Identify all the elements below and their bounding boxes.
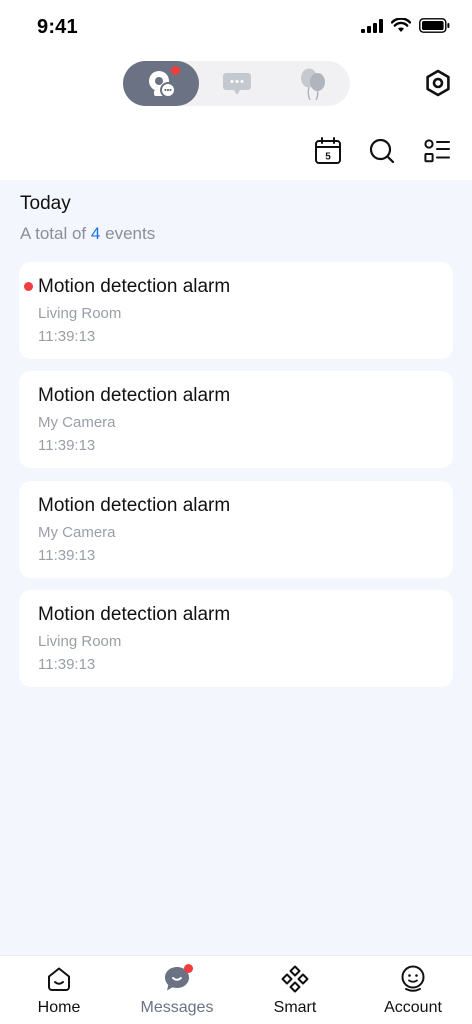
event-title: Motion detection alarm xyxy=(38,385,231,406)
calendar-button[interactable]: 5 xyxy=(312,135,344,167)
tab-smart[interactable]: Smart xyxy=(236,956,354,1024)
status-icons xyxy=(361,18,450,33)
event-location: Living Room xyxy=(38,633,122,650)
messages-badge-dot xyxy=(184,964,193,973)
summary-count: 4 xyxy=(90,224,101,243)
unread-dot xyxy=(24,282,33,291)
calendar-icon: 5 xyxy=(315,137,341,164)
category-segmented-control xyxy=(123,61,350,106)
search-icon xyxy=(369,138,395,164)
event-summary: A total of 4 events xyxy=(20,224,155,244)
event-title: Motion detection alarm xyxy=(38,604,231,625)
event-card[interactable]: Motion detection alarm Living Room 11:39… xyxy=(19,590,453,687)
wifi-icon xyxy=(391,18,411,32)
tab-account[interactable]: Account xyxy=(354,956,472,1024)
status-time: 9:41 xyxy=(37,16,78,38)
event-location: Living Room xyxy=(38,305,122,322)
event-title: Motion detection alarm xyxy=(38,495,231,516)
event-card[interactable]: Motion detection alarm My Camera 11:39:1… xyxy=(19,371,453,468)
event-time: 11:39:13 xyxy=(38,547,96,564)
bottom-tab-bar: Home Messages Smart Account xyxy=(0,955,472,1024)
tab-home[interactable]: Home xyxy=(0,956,118,1024)
event-card[interactable]: Motion detection alarm Living Room 11:39… xyxy=(19,262,453,359)
event-time: 11:39:13 xyxy=(38,437,96,454)
summary-prefix: A total of xyxy=(20,224,87,243)
event-card[interactable]: Motion detection alarm My Camera 11:39:1… xyxy=(19,481,453,578)
hexagon-settings-icon xyxy=(426,69,450,97)
tab-messages[interactable]: Messages xyxy=(118,956,236,1024)
tab-label: Home xyxy=(37,999,81,1016)
account-icon xyxy=(398,964,428,994)
segment-badge-dot xyxy=(171,66,180,75)
tab-label: Messages xyxy=(140,999,214,1016)
search-button[interactable] xyxy=(366,135,398,167)
status-bar: 9:41 xyxy=(0,0,472,54)
tab-label: Account xyxy=(384,999,442,1016)
messages-screen: 9:41 5 Today A total of 4 events Motion … xyxy=(0,0,472,1024)
balloons-icon xyxy=(301,68,325,100)
event-location: My Camera xyxy=(38,524,116,541)
list-filter-icon xyxy=(424,139,450,163)
chat-bubble-icon xyxy=(223,72,251,95)
calendar-day: 5 xyxy=(325,152,331,163)
event-time: 11:39:13 xyxy=(38,328,96,345)
event-location: My Camera xyxy=(38,414,116,431)
event-title: Motion detection alarm xyxy=(38,276,231,297)
event-time: 11:39:13 xyxy=(38,656,96,673)
tab-label: Smart xyxy=(273,999,317,1016)
filter-list-button[interactable] xyxy=(421,135,453,167)
settings-button[interactable] xyxy=(423,68,453,98)
segment-messages[interactable] xyxy=(199,61,275,106)
home-icon xyxy=(44,964,74,994)
signal-icon xyxy=(361,18,383,33)
segment-notifications[interactable] xyxy=(275,61,351,106)
smart-icon xyxy=(280,964,310,994)
segment-camera-events[interactable] xyxy=(123,61,199,106)
section-title: Today xyxy=(20,193,71,214)
battery-icon xyxy=(419,18,450,33)
summary-suffix: events xyxy=(105,224,156,243)
